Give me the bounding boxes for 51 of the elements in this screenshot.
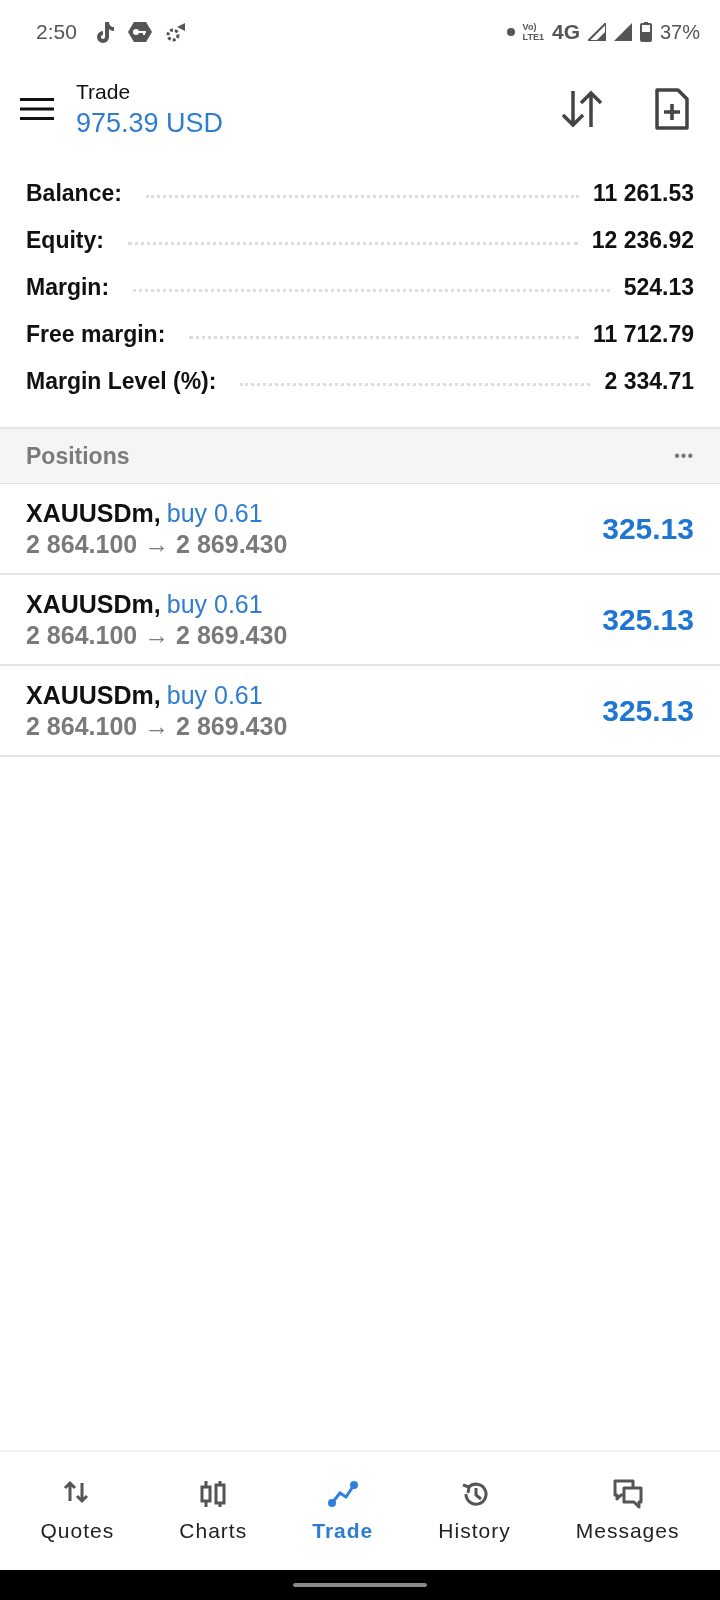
trade-icon [327, 1479, 358, 1509]
battery-icon [639, 22, 652, 42]
trade-side: buy 0.61 [166, 498, 263, 527]
messages-icon [612, 1479, 643, 1509]
profit-value: 325.13 [602, 511, 694, 546]
summary-label: Margin: [26, 274, 110, 301]
nav-tab[interactable]: Messages [573, 1475, 682, 1547]
signal-icon [613, 23, 632, 41]
account-amount: 975.39 USD [76, 107, 225, 139]
price-range: 2 864.100 → 2 869.430 [26, 529, 288, 559]
trade-side: buy 0.61 [166, 589, 263, 618]
nav-tab[interactable]: Trade [310, 1475, 376, 1547]
signal-icon [587, 23, 606, 41]
new-document-icon[interactable] [654, 87, 690, 131]
key-icon [126, 20, 153, 44]
summary-value: 11 712.79 [592, 321, 694, 348]
summary-value: 11 261.53 [592, 180, 694, 207]
nav-tab[interactable]: Charts [177, 1475, 250, 1547]
summary-label: Margin Level (%): [26, 368, 217, 395]
summary-label: Free margin: [26, 321, 166, 348]
position-row[interactable]: XAUUSDm, buy 0.61 2 864.100 → 2 869.430 325.13 [0, 575, 720, 666]
network-type: 4G [551, 20, 580, 44]
screen-title: Trade [76, 79, 132, 104]
section-title: Positions [26, 442, 130, 470]
gesture-handle[interactable] [293, 1583, 427, 1587]
symbol-label: XAUUSDm, [26, 680, 161, 709]
price-range: 2 864.100 → 2 869.430 [26, 620, 288, 650]
clock-time: 2:50 [36, 20, 77, 44]
summary-value: 2 334.71 [604, 368, 694, 395]
battery-percent: 37% [659, 20, 700, 44]
price-range: 2 864.100 → 2 869.430 [26, 711, 288, 741]
profit-value: 325.13 [602, 602, 694, 637]
symbol-label: XAUUSDm, [26, 589, 161, 618]
summary-value: 12 236.92 [591, 227, 694, 254]
trade-side: buy 0.61 [166, 680, 263, 709]
charts-icon [198, 1479, 229, 1509]
nav-tab[interactable]: Quotes [38, 1475, 117, 1547]
symbol-label: XAUUSDm, [26, 498, 161, 527]
summary-label: Equity: [26, 227, 104, 254]
dot-icon [506, 28, 515, 36]
position-row[interactable]: XAUUSDm, buy 0.61 2 864.100 → 2 869.430 325.13 [0, 484, 720, 575]
position-row[interactable]: XAUUSDm, buy 0.61 2 864.100 → 2 869.430 325.13 [0, 666, 720, 757]
volte-label: Vo) [522, 22, 538, 32]
profit-value: 325.13 [602, 693, 694, 728]
summary-value: 524.13 [623, 274, 694, 301]
summary-label: Balance: [26, 180, 122, 207]
sort-arrows-icon[interactable] [560, 89, 604, 129]
volte-label: LTE1 [522, 32, 544, 42]
nav-tab[interactable]: History [436, 1475, 513, 1547]
menu-icon[interactable] [20, 97, 54, 121]
more-button[interactable]: ••• [674, 447, 694, 465]
